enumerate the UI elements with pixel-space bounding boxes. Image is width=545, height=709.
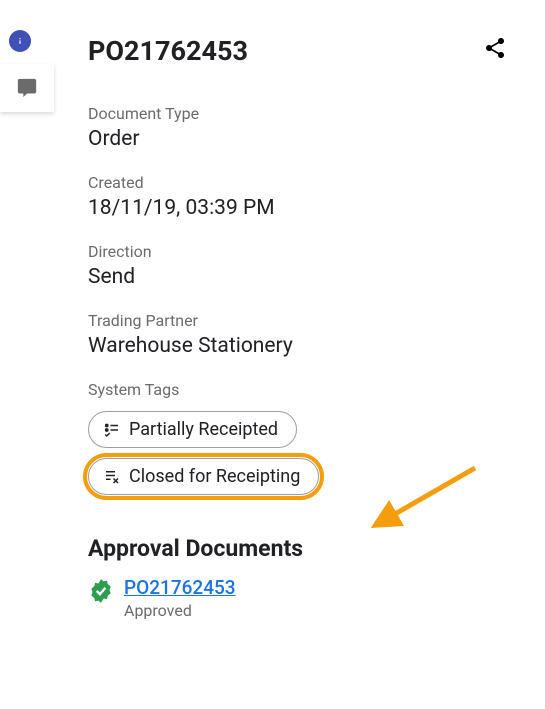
tag-closed-for-receipting[interactable]: Closed for Receipting xyxy=(88,458,319,495)
sidebar xyxy=(0,0,54,709)
approval-status: Approved xyxy=(124,601,236,620)
info-icon-button[interactable] xyxy=(9,30,31,52)
approval-documents-section: Approval Documents PO21762453 Approved xyxy=(88,535,537,620)
share-button[interactable] xyxy=(479,32,511,68)
direction-field: Direction Send xyxy=(88,242,537,289)
field-value: Order xyxy=(88,127,537,151)
tag-label: Partially Receipted xyxy=(129,419,278,440)
trading-partner-field: Trading Partner Warehouse Stationery xyxy=(88,311,537,358)
system-tags-label: System Tags xyxy=(88,380,537,399)
system-tags-section: System Tags Partially Receipted Closed f… xyxy=(88,380,537,505)
approved-seal-icon xyxy=(88,578,114,608)
comment-icon xyxy=(16,77,38,99)
share-icon xyxy=(483,36,507,60)
approval-documents-heading: Approval Documents xyxy=(88,535,537,562)
list-x-icon xyxy=(103,468,121,486)
comment-button[interactable] xyxy=(0,64,54,112)
document-type-field: Document Type Order xyxy=(88,104,537,151)
field-label: Created xyxy=(88,173,537,192)
info-icon xyxy=(13,34,27,48)
list-check-icon xyxy=(103,421,121,439)
field-label: Trading Partner xyxy=(88,311,537,330)
tag-partially-receipted[interactable]: Partially Receipted xyxy=(88,411,297,448)
approval-document-row: PO21762453 Approved xyxy=(88,576,537,620)
field-value: Warehouse Stationery xyxy=(88,334,537,358)
header-row: PO21762453 xyxy=(88,34,537,68)
tag-label: Closed for Receipting xyxy=(129,466,300,487)
approval-document-link[interactable]: PO21762453 xyxy=(124,576,236,599)
field-label: Document Type xyxy=(88,104,537,123)
document-detail-panel: PO21762453 Document Type Order Created 1… xyxy=(88,0,537,620)
document-title: PO21762453 xyxy=(88,35,248,67)
field-value: 18/11/19, 03:39 PM xyxy=(88,196,537,220)
field-label: Direction xyxy=(88,242,537,261)
field-value: Send xyxy=(88,265,537,289)
created-field: Created 18/11/19, 03:39 PM xyxy=(88,173,537,220)
